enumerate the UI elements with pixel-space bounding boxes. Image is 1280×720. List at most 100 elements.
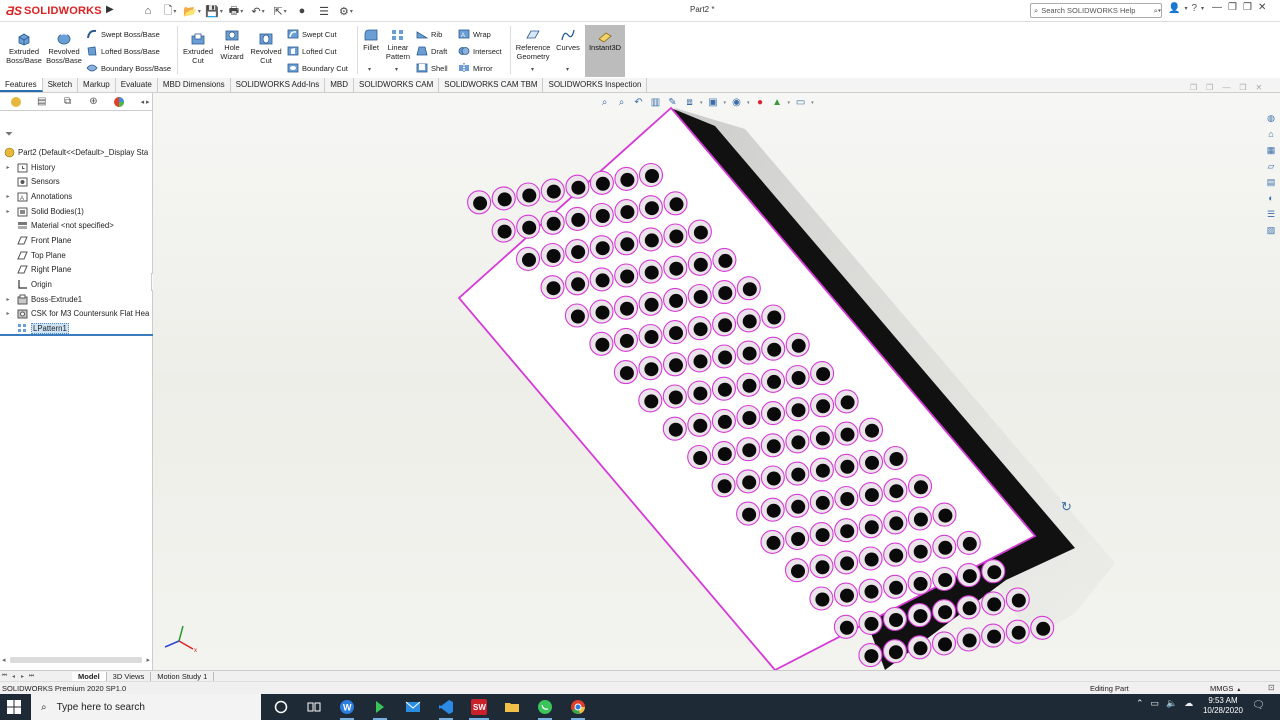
tab-prev-icon[interactable]: ◂ — [9, 673, 18, 680]
file-explorer-pane-icon[interactable]: ▦ — [1264, 143, 1278, 157]
mail-icon[interactable] — [399, 697, 427, 717]
print-icon[interactable]: 🖶 ▾ — [226, 3, 246, 19]
view-settings-dropdown-icon[interactable]: ▾ — [811, 100, 814, 106]
open-icon[interactable]: 📂 ▾ — [182, 3, 202, 19]
tab-next-icon[interactable]: ▸ — [18, 673, 27, 680]
appearances-icon[interactable]: ▤ — [1264, 175, 1278, 189]
help-search-input[interactable]: ⌕ Search SOLIDWORKS Help ⌕▾ — [1030, 3, 1162, 18]
restore-down-icon[interactable]: ❐ — [1243, 2, 1252, 13]
tree-item-origin[interactable]: Origin — [0, 277, 153, 292]
expand-arrow-icon[interactable]: ▸ — [4, 164, 12, 171]
dynamic-annotation-icon[interactable]: ✎ — [666, 96, 679, 109]
extruded-cut-button[interactable]: Extruded Cut — [181, 32, 215, 65]
tab-mbd-dimensions[interactable]: MBD Dimensions — [158, 78, 231, 92]
part-model-view[interactable] — [153, 93, 1280, 670]
swept-boss-button[interactable]: Swept Boss/Base — [86, 28, 160, 40]
menu-expand-arrow-icon[interactable]: ▶ — [106, 4, 114, 15]
display-style-icon[interactable]: ▣ — [707, 96, 720, 109]
select-icon[interactable]: ⇱ ▾ — [270, 3, 290, 19]
shell-button[interactable]: Shell — [416, 62, 448, 74]
tab-markup[interactable]: Markup — [78, 78, 116, 92]
tab-evaluate[interactable]: Evaluate — [116, 78, 158, 92]
reference-geometry-button[interactable]: Reference Geometry — [513, 28, 553, 61]
cortana-icon[interactable] — [267, 697, 295, 717]
home-icon[interactable]: ⌂ — [138, 3, 158, 19]
network-icon[interactable]: ▭ — [1151, 698, 1160, 709]
doc-close-icon[interactable]: ✕ — [1256, 83, 1263, 92]
taskbar-clock[interactable]: 9:53 AM 10/28/2020 — [1200, 696, 1246, 716]
tab-first-icon[interactable]: ⏮ — [0, 673, 9, 680]
horizontal-scrollbar[interactable]: ◂ ▸ — [2, 655, 150, 664]
save-icon[interactable]: 💾 ▾ — [204, 3, 224, 19]
scene-dropdown-icon[interactable]: ▾ — [788, 100, 791, 106]
display-style-dropdown-icon[interactable]: ▾ — [724, 100, 727, 106]
rollback-bar[interactable] — [0, 334, 153, 336]
tab-solidworks-inspection[interactable]: SOLIDWORKS Inspection — [543, 78, 648, 92]
intersect-button[interactable]: Intersect — [458, 45, 502, 57]
revolved-boss-button[interactable]: Revolved Boss/Base — [46, 32, 82, 65]
graphics-area[interactable]: ⌕ ⌕ ↶ ▥ ✎ ⧈ ▾ ▣ ▾ ◉ ▾ ● ▲ ▾ ▭ ▾ ◍ ⌂ ▦ ▱ … — [153, 93, 1280, 670]
cloud-icon[interactable]: ☁ — [1184, 698, 1193, 709]
volume-icon[interactable]: 🔈 — [1166, 698, 1177, 709]
solidworks-resources-icon[interactable]: ◍ — [1264, 111, 1278, 125]
swept-cut-button[interactable]: Swept Cut — [287, 28, 337, 40]
notifications-icon[interactable]: 🗨 — [1252, 700, 1265, 711]
expand-arrow-icon[interactable]: ▸ — [4, 193, 12, 200]
search-go-icon[interactable]: ⌕▾ — [1154, 6, 1161, 16]
dimxpert-tab-icon[interactable]: ⊕ — [85, 95, 101, 109]
chrome-icon[interactable] — [564, 697, 592, 720]
fillet-dropdown-icon[interactable]: ▾ — [368, 66, 371, 73]
wrap-button[interactable]: A Wrap — [458, 28, 491, 40]
bottom-tab-model[interactable]: Model — [72, 671, 107, 681]
fillet-button[interactable]: Fillet — [360, 28, 382, 53]
tree-item-annotations[interactable]: ▸ A Annotations — [0, 189, 153, 204]
taskbar-search-input[interactable]: ⌕ Type here to search — [31, 694, 261, 720]
scrollbar-thumb[interactable] — [9, 656, 143, 663]
tree-item-sensors[interactable]: Sensors — [0, 174, 153, 189]
status-help-icon[interactable]: ⊡ — [1268, 683, 1275, 692]
extruded-boss-button[interactable]: Extruded Boss/Base — [6, 32, 42, 65]
expand-arrow-icon[interactable]: ▸ — [4, 208, 12, 215]
solidworks-icon[interactable]: SW — [465, 697, 493, 720]
rebuild-icon[interactable]: ● — [292, 3, 312, 19]
view-orientation-dropdown-icon[interactable]: ▾ — [700, 100, 703, 106]
view-palette-icon[interactable]: ▱ — [1264, 159, 1278, 173]
draft-button[interactable]: Draft — [416, 45, 447, 57]
tab-features[interactable]: Features — [0, 78, 43, 92]
tab-solidworks-cam-tbm[interactable]: SOLIDWORKS CAM TBM — [439, 78, 544, 92]
windows-start-icon[interactable] — [6, 699, 22, 715]
properties-list-icon[interactable]: ☰ — [1264, 207, 1278, 221]
configuration-manager-tab-icon[interactable]: ⧉ — [60, 95, 76, 109]
tree-root-part[interactable]: Part2 (Default<<Default>_Display Sta — [0, 145, 153, 160]
mirror-button[interactable]: Mirror — [458, 62, 493, 74]
file-properties-icon[interactable]: ☰ — [314, 3, 334, 19]
user-icon[interactable]: 👤 — [1168, 3, 1180, 14]
scroll-right-icon[interactable]: ▸ — [146, 656, 150, 664]
doc-minimize-icon[interactable]: — — [1222, 83, 1230, 92]
tab-solidworks-add-ins[interactable]: SOLIDWORKS Add-Ins — [231, 78, 326, 92]
new-icon[interactable]: 🗋 ▾ — [160, 3, 180, 19]
custom-properties-icon[interactable]: ◐ — [1264, 191, 1278, 205]
instant3d-button[interactable]: Instant3D — [585, 25, 625, 77]
options-icon[interactable]: ⚙ ▾ — [336, 3, 356, 19]
rib-button[interactable]: Rib — [416, 28, 442, 40]
section-view-icon[interactable]: ▥ — [649, 96, 662, 109]
hide-show-dropdown-icon[interactable]: ▾ — [747, 100, 750, 106]
zoom-to-area-icon[interactable]: ⌕ — [615, 96, 628, 109]
boundary-boss-button[interactable]: Boundary Boss/Base — [86, 62, 171, 74]
vscode-icon[interactable] — [432, 697, 460, 720]
undo-icon[interactable]: ↶ ▾ — [248, 3, 268, 19]
tree-item-solid-bodies-1[interactable]: ▸ Solid Bodies(1) — [0, 204, 153, 219]
doc-restore-icon[interactable]: ❐ — [1190, 83, 1197, 92]
tree-item-top-plane[interactable]: Top Plane — [0, 248, 153, 263]
tab-sketch[interactable]: Sketch — [43, 78, 79, 92]
reference-dropdown-icon[interactable]: ▾ — [531, 66, 534, 73]
panel-scroll-arrows-icon[interactable]: ◂ ▸ — [137, 95, 153, 109]
tree-item-front-plane[interactable]: Front Plane — [0, 233, 153, 248]
tree-item-material-not-specified[interactable]: Material <not specified> — [0, 218, 153, 233]
forum-icon[interactable]: ▨ — [1264, 223, 1278, 237]
zoom-to-fit-icon[interactable]: ⌕ — [598, 96, 611, 109]
scroll-left-icon[interactable]: ◂ — [2, 656, 6, 664]
pattern-dropdown-icon[interactable]: ▾ — [395, 66, 398, 73]
bottom-tab-motion-study-1[interactable]: Motion Study 1 — [151, 671, 215, 681]
